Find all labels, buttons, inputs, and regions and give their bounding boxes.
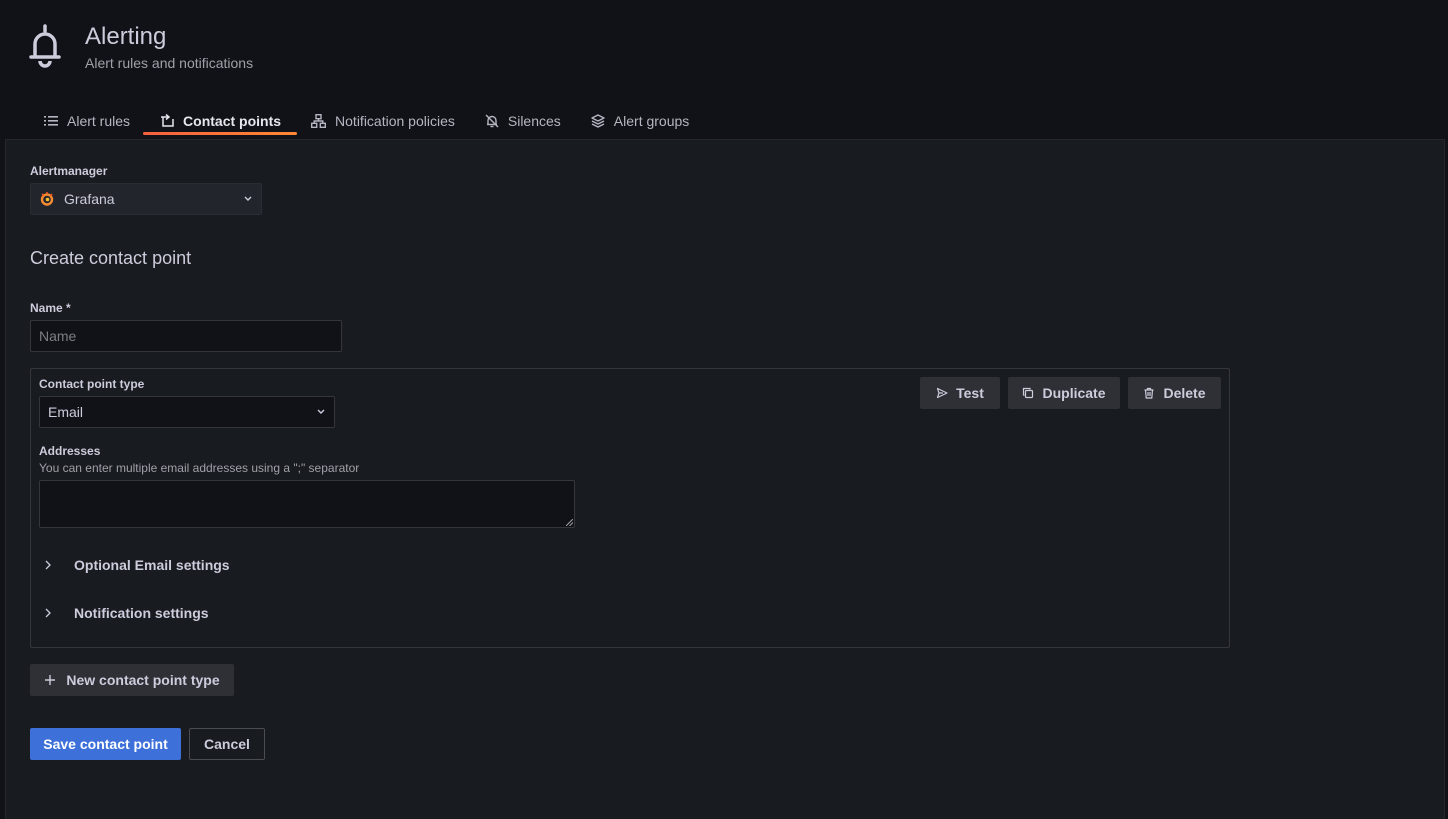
delete-label: Delete xyxy=(1163,385,1206,401)
chevron-down-icon xyxy=(244,196,252,201)
alertmanager-value: Grafana xyxy=(64,191,115,207)
tab-alert-rules[interactable]: Alert rules xyxy=(32,106,142,135)
contact-point-type-select[interactable]: Email xyxy=(39,396,335,428)
addresses-label: Addresses xyxy=(39,444,101,458)
cancel-button[interactable]: Cancel xyxy=(189,728,265,760)
tab-notification-policies[interactable]: Notification policies xyxy=(299,106,467,135)
optional-email-settings-label: Optional Email settings xyxy=(74,557,230,573)
new-contact-point-type-button[interactable]: New contact point type xyxy=(30,664,234,696)
send-icon xyxy=(937,387,948,399)
chevron-down-icon xyxy=(317,409,325,414)
page-title: Alerting xyxy=(85,23,167,50)
form-title: Create contact point xyxy=(30,248,192,268)
new-contact-point-type-label: New contact point type xyxy=(66,672,220,688)
test-label: Test xyxy=(956,385,984,401)
notification-settings-label: Notification settings xyxy=(74,605,209,621)
test-button[interactable]: Test xyxy=(920,377,1000,409)
grafana-logo xyxy=(40,192,54,206)
comment-alt-share-icon xyxy=(161,113,174,127)
tab-bar: Alert rules Contact points Notification … xyxy=(32,106,707,140)
addresses-textarea[interactable] xyxy=(39,480,575,528)
alertmanager-label: Alertmanager xyxy=(30,164,108,178)
tab-label: Notification policies xyxy=(335,112,455,129)
trash-icon xyxy=(1144,387,1154,399)
alertmanager-select[interactable]: Grafana xyxy=(30,183,262,215)
delete-button[interactable]: Delete xyxy=(1128,377,1221,409)
contact-point-type-value: Email xyxy=(48,404,84,420)
tab-label: Alert rules xyxy=(67,112,131,129)
contact-point-type-label: Contact point type xyxy=(39,377,145,391)
list-icon xyxy=(44,115,58,126)
chevron-right-icon xyxy=(45,608,51,618)
copy-icon xyxy=(1023,387,1034,399)
chevron-right-icon xyxy=(45,560,51,570)
duplicate-button[interactable]: Duplicate xyxy=(1008,377,1120,409)
bell-slash-icon xyxy=(485,114,499,127)
layer-group-icon xyxy=(591,113,605,128)
resize-grip-icon[interactable] xyxy=(566,519,573,526)
tab-label: Alert groups xyxy=(613,112,690,129)
tab-label: Silences xyxy=(507,112,561,129)
tab-contact-points[interactable]: Contact points xyxy=(143,106,298,135)
page-subtitle: Alert rules and notifications xyxy=(85,55,254,71)
sitemap-icon xyxy=(311,113,327,128)
tab-silences[interactable]: Silences xyxy=(473,106,573,135)
name-input[interactable] xyxy=(30,320,342,352)
bell-icon xyxy=(29,24,61,68)
page-header: Alerting Alert rules and notifications xyxy=(28,22,253,71)
addresses-help: You can enter multiple email addresses u… xyxy=(39,461,360,475)
name-label: Name * xyxy=(30,301,71,315)
plus-icon xyxy=(45,675,56,685)
optional-email-settings-toggle[interactable]: Optional Email settings xyxy=(44,557,230,573)
duplicate-label: Duplicate xyxy=(1042,385,1106,401)
save-contact-point-button[interactable]: Save contact point xyxy=(30,728,181,760)
tab-label: Contact points xyxy=(183,112,282,129)
tab-alert-groups[interactable]: Alert groups xyxy=(579,106,701,135)
notification-settings-toggle[interactable]: Notification settings xyxy=(44,605,209,621)
